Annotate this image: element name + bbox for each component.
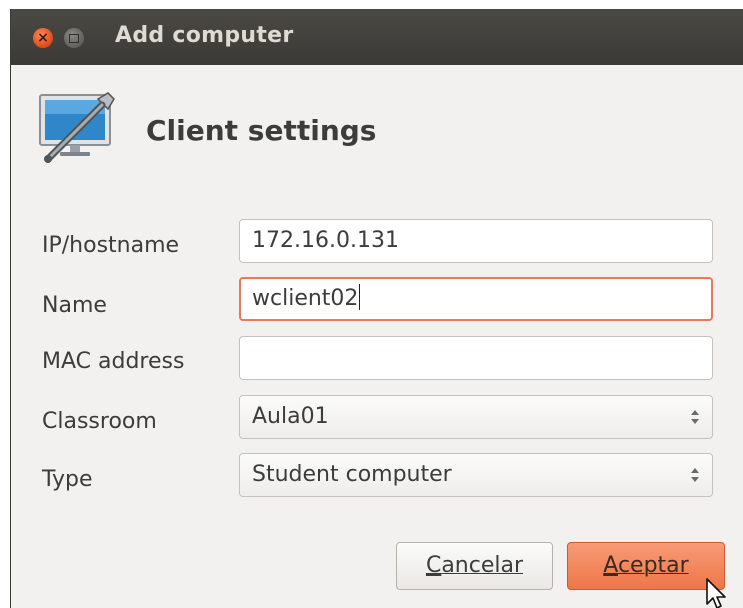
ip-hostname-label: IP/hostname: [42, 233, 180, 258]
cancel-mnemonic: C: [425, 553, 442, 578]
name-label: Name: [42, 293, 107, 318]
type-select[interactable]: Student computer: [239, 453, 713, 497]
up-down-arrows-icon: [691, 468, 699, 482]
window-title: Add computer: [115, 23, 294, 48]
accept-mnemonic: A: [603, 553, 618, 578]
accept-button[interactable]: Aceptar: [567, 542, 725, 590]
name-field-value: wclient02: [252, 286, 359, 311]
accept-label: ceptar: [617, 553, 689, 578]
type-label: Type: [42, 467, 93, 492]
cancel-button[interactable]: Cancelar: [396, 542, 553, 590]
header-title: Client settings: [146, 114, 377, 147]
mac-address-field[interactable]: [239, 336, 713, 380]
mouse-pointer-icon: [706, 578, 726, 608]
close-icon[interactable]: ×: [33, 28, 53, 48]
classroom-select[interactable]: Aula01: [239, 395, 713, 439]
titlebar: × Add computer: [11, 9, 743, 65]
cancel-label: ancelar: [441, 553, 524, 578]
ip-hostname-field[interactable]: 172.16.0.131: [239, 219, 713, 263]
mac-address-label: MAC address: [42, 349, 185, 374]
monitor-wrench-icon: [39, 92, 115, 163]
classroom-label: Classroom: [42, 409, 157, 434]
up-down-arrows-icon: [691, 410, 699, 424]
text-caret: [359, 284, 361, 310]
type-value: Student computer: [252, 462, 452, 487]
minimize-icon[interactable]: [64, 28, 84, 48]
name-field[interactable]: wclient02: [239, 277, 713, 321]
classroom-value: Aula01: [252, 404, 329, 429]
add-computer-dialog: × Add computer Client settings IP/hostna…: [10, 9, 743, 608]
